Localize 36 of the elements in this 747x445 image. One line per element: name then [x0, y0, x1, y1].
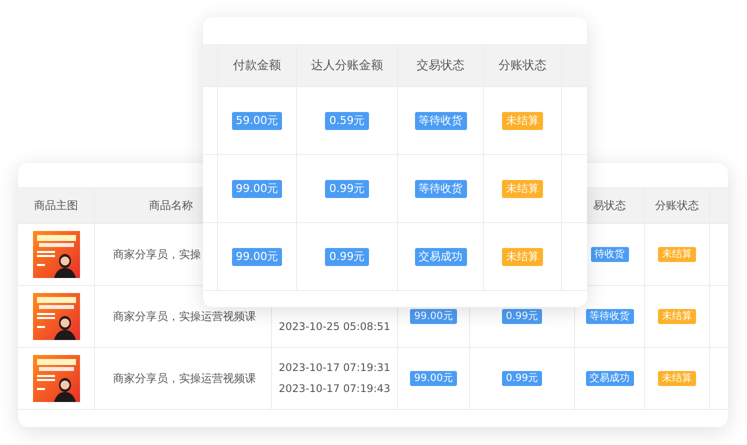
- column-header: 付款金额: [233, 56, 281, 74]
- status-badge: 未结算: [502, 248, 543, 266]
- status-badge: 等待收货: [586, 309, 634, 324]
- status-badge: 未结算: [658, 247, 696, 262]
- column-header: 达人分账金额: [311, 56, 383, 74]
- column-header: 交易状态: [416, 56, 464, 74]
- order-time: 2023-10-17 07:19:31: [278, 362, 390, 374]
- order-time: 2023-10-25 05:08:51: [278, 320, 390, 334]
- share-badge: 0.99元: [325, 248, 369, 266]
- payment-badge: 99.00元: [410, 371, 457, 386]
- share-badge: 0.59元: [325, 112, 369, 130]
- column-header: 分账状态: [655, 198, 699, 212]
- column-header: 商品主图: [34, 198, 78, 212]
- column-header: 易状态: [593, 198, 626, 212]
- column-header: 商品名称: [148, 198, 193, 212]
- status-badge: 待收货: [590, 247, 628, 262]
- product-name: 商家分享员，实操运营视频课: [113, 309, 256, 324]
- status-badge: 等待收货: [414, 112, 466, 130]
- product-name: 商家分享员，实操运营视频课: [113, 371, 256, 386]
- payment-badge: 99.00元: [410, 309, 457, 324]
- status-badge: 未结算: [502, 112, 543, 130]
- payment-badge: 99.00元: [232, 180, 282, 198]
- product-name: 商家分享员，实操: [113, 247, 201, 262]
- status-badge: 未结算: [658, 371, 696, 386]
- payment-badge: 59.00元: [232, 112, 282, 130]
- status-badge: 交易成功: [414, 248, 466, 266]
- status-badge: 未结算: [502, 180, 543, 198]
- payment-badge: 99.00元: [232, 248, 282, 266]
- order-time: 2023-10-17 07:19:43: [278, 382, 390, 396]
- status-badge: 未结算: [658, 309, 696, 324]
- status-badge: 等待收货: [414, 180, 466, 198]
- share-badge: 0.99元: [325, 180, 369, 198]
- status-badge: 交易成功: [586, 371, 634, 386]
- share-badge: 0.99元: [502, 309, 542, 324]
- share-badge: 0.99元: [502, 371, 542, 386]
- column-header: 分账状态: [498, 56, 546, 74]
